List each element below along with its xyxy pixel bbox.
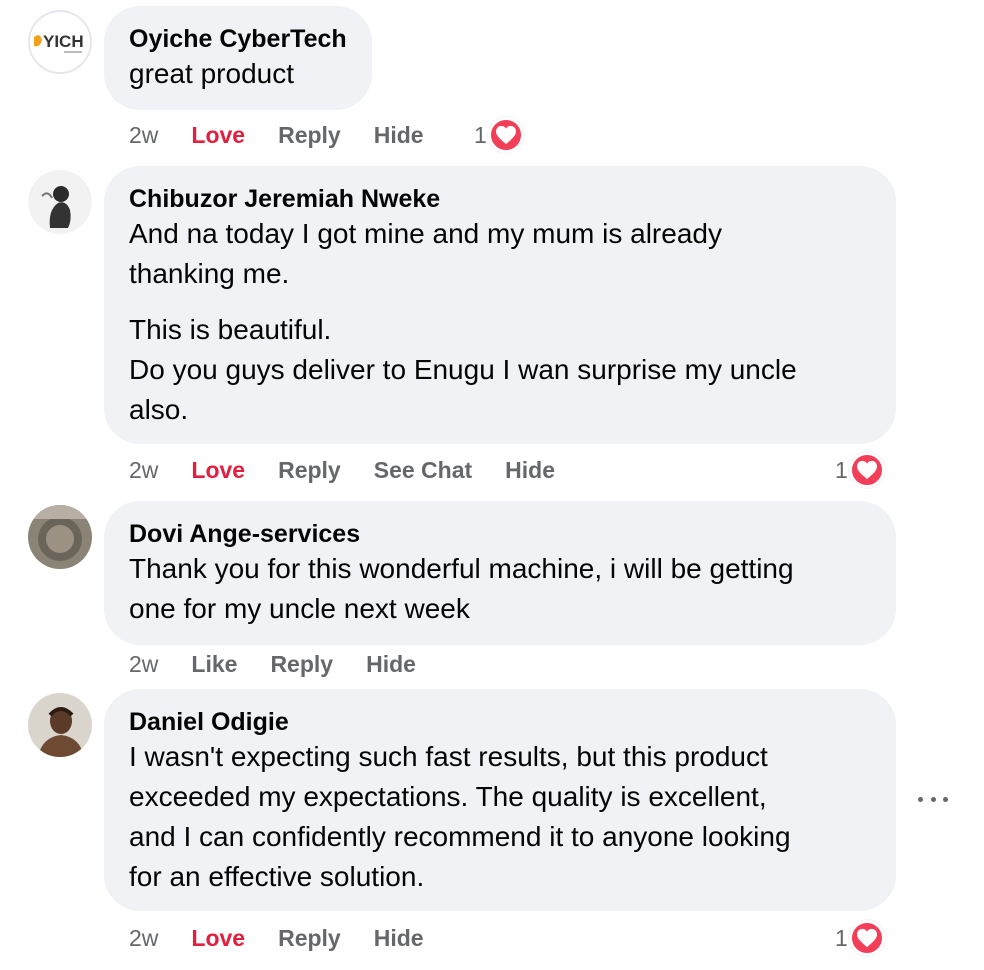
comment-text-line: Thank you for this wonderful machine, i …	[129, 553, 794, 584]
comment-actions: 2w Love Reply Hide	[129, 119, 457, 151]
avatar[interactable]	[28, 505, 92, 569]
comment-author[interactable]: Daniel Odigie	[129, 707, 871, 737]
comment-actions: 2w Like Reply Hide	[129, 648, 449, 680]
love-button[interactable]: Love	[191, 457, 245, 484]
love-button[interactable]: Love	[191, 122, 245, 149]
reaction-summary[interactable]: 1	[835, 452, 885, 488]
comment-text-line: also.	[129, 394, 189, 425]
reaction-count: 1	[835, 456, 848, 483]
comment-text-line: And na today I got mine and my mum is al…	[129, 218, 722, 249]
comment-text: great product	[129, 58, 294, 89]
heart-icon	[487, 117, 524, 153]
reaction-count: 1	[474, 121, 487, 148]
comment-text-line: thanking me.	[129, 258, 290, 289]
see-chat-button[interactable]: See Chat	[374, 457, 472, 484]
reply-button[interactable]: Reply	[278, 457, 341, 484]
love-button[interactable]: Love	[191, 925, 245, 952]
comment-text-line: and I can confidently recommend it to an…	[129, 821, 791, 852]
avatar[interactable]: YICH	[28, 10, 92, 74]
comment-timestamp[interactable]: 2w	[129, 457, 158, 484]
avatar[interactable]	[28, 693, 92, 757]
comment-text-line: for an effective solution.	[129, 861, 425, 892]
comment-text-line: one for my uncle next week	[129, 593, 470, 624]
reaction-summary[interactable]: 1	[835, 920, 885, 956]
reaction-count: 1	[835, 924, 848, 951]
comment-actions: 2w Love Reply See Chat Hide	[129, 454, 588, 486]
comment-paragraph: This is beautiful. Do you guys deliver t…	[129, 310, 871, 430]
heart-icon	[848, 452, 885, 488]
comment-text-line: exceeded my expectations. The quality is…	[129, 781, 767, 812]
reply-button[interactable]: Reply	[278, 122, 341, 149]
comment-paragraph: I wasn't expecting such fast results, bu…	[129, 737, 871, 897]
comment-timestamp[interactable]: 2w	[129, 122, 158, 149]
like-button[interactable]: Like	[191, 651, 237, 678]
comment-paragraph: Thank you for this wonderful machine, i …	[129, 549, 871, 629]
reaction-summary[interactable]: 1	[474, 117, 524, 153]
avatar[interactable]	[28, 170, 92, 234]
comment-bubble: Daniel Odigie I wasn't expecting such fa…	[104, 689, 896, 911]
more-options-icon[interactable]	[918, 787, 948, 811]
comment-bubble: Oyiche CyberTech great product	[104, 6, 372, 110]
hide-button[interactable]: Hide	[374, 925, 424, 952]
comment-actions: 2w Love Reply Hide	[129, 922, 457, 954]
comment-text-line: Do you guys deliver to Enugu I wan surpr…	[129, 354, 797, 385]
profile-photo-icon	[28, 693, 92, 757]
hide-button[interactable]: Hide	[366, 651, 416, 678]
comment-timestamp[interactable]: 2w	[129, 651, 158, 678]
profile-photo-icon	[28, 505, 92, 569]
comment-author[interactable]: Chibuzor Jeremiah Nweke	[129, 184, 871, 214]
reply-button[interactable]: Reply	[278, 925, 341, 952]
comment-author[interactable]: Dovi Ange-services	[129, 519, 871, 549]
comment-author[interactable]: Oyiche CyberTech	[129, 24, 347, 54]
reply-button[interactable]: Reply	[270, 651, 333, 678]
comment-timestamp[interactable]: 2w	[129, 925, 158, 952]
oyiche-logo-icon: YICH	[28, 10, 92, 74]
comment-text-line: I wasn't expecting such fast results, bu…	[129, 741, 768, 772]
heart-icon	[848, 920, 885, 956]
hide-button[interactable]: Hide	[374, 122, 424, 149]
hide-button[interactable]: Hide	[505, 457, 555, 484]
svg-text:YICH: YICH	[43, 32, 84, 51]
person-silhouette-icon	[28, 170, 92, 234]
comment-text-line: This is beautiful.	[129, 314, 332, 345]
comment-paragraph: And na today I got mine and my mum is al…	[129, 214, 871, 294]
comment-bubble: Chibuzor Jeremiah Nweke And na today I g…	[104, 166, 896, 444]
comment-bubble: Dovi Ange-services Thank you for this wo…	[104, 501, 896, 645]
